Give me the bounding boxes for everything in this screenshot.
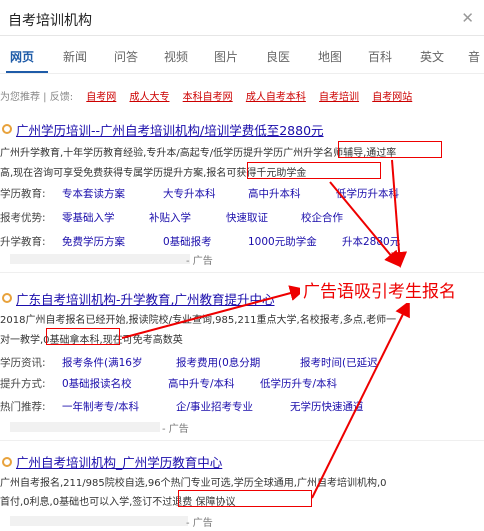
annotation-callout: 广告语吸引考生报名	[300, 276, 459, 303]
arrow	[121, 285, 306, 339]
arrow	[391, 159, 408, 268]
arrow	[329, 181, 401, 268]
annotation-arrows	[121, 159, 410, 499]
arrow	[311, 300, 410, 499]
